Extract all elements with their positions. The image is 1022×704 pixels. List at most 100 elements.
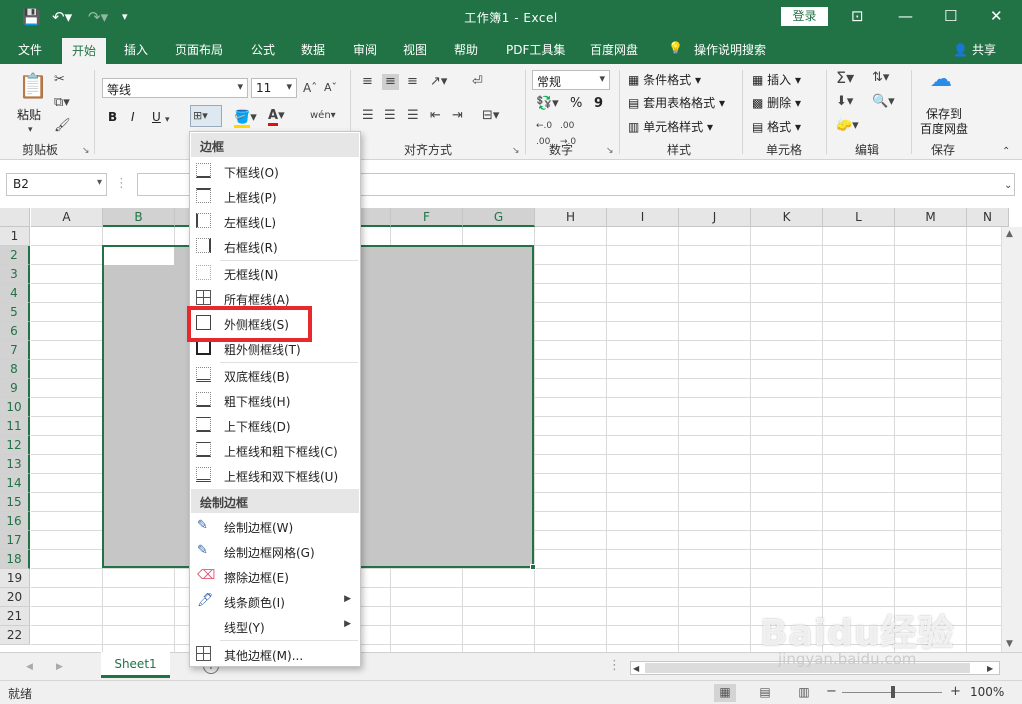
clipboard-launcher-icon[interactable]: ↘ (82, 146, 90, 156)
menu-item-border[interactable]: 上下框线(D) (191, 413, 359, 438)
column-header[interactable]: N (967, 208, 1009, 227)
scroll-left-icon[interactable]: ◀ (633, 661, 639, 677)
italic-button[interactable]: I (131, 110, 135, 124)
clear-icon[interactable]: 🧽▾ (836, 118, 859, 134)
tab-formulas[interactable]: 公式 (251, 41, 275, 58)
row-header[interactable]: 10 (0, 398, 30, 417)
menu-item-border[interactable]: 下框线(O) (191, 159, 359, 184)
menu-item-draw[interactable]: ⌫ 擦除边框(E) (191, 564, 359, 589)
formula-bar-splitter-icon[interactable]: ⋮ (115, 176, 128, 192)
align-bottom-icon[interactable]: ≡ (407, 74, 418, 90)
tab-view[interactable]: 视图 (403, 41, 427, 58)
menu-item-more-borders[interactable]: 其他边框(M)... (191, 642, 359, 667)
row-header[interactable]: 14 (0, 474, 30, 493)
sheet-next-icon[interactable]: ▶ (56, 659, 63, 675)
sheet-prev-icon[interactable]: ◀ (26, 659, 33, 675)
delete-cells-button[interactable]: ▩ 删除 ▾ (752, 94, 801, 111)
tab-review[interactable]: 审阅 (353, 41, 377, 58)
fill-color-icon[interactable]: 🪣▾ (234, 110, 257, 128)
row-header[interactable]: 15 (0, 493, 30, 512)
row-header[interactable]: 4 (0, 284, 30, 303)
column-header[interactable]: J (679, 208, 751, 227)
row-header[interactable]: 11 (0, 417, 30, 436)
menu-item-border[interactable]: 上框线和双下框线(U) (191, 463, 359, 488)
column-header[interactable]: M (895, 208, 967, 227)
row-header[interactable]: 1 (0, 227, 30, 246)
format-cells-button[interactable]: ▤ 格式 ▾ (752, 118, 801, 135)
wrap-text-icon[interactable]: ⏎ (472, 74, 483, 90)
name-box[interactable]: B2 ▾ (6, 173, 107, 196)
menu-item-border[interactable]: 上框线(P) (191, 184, 359, 209)
comma-button[interactable]: 9 (594, 96, 603, 111)
row-header[interactable]: 22 (0, 626, 30, 645)
page-layout-view-icon[interactable]: ▤ (754, 684, 776, 702)
tab-splitter-icon[interactable]: ⋮ (608, 658, 621, 674)
row-header[interactable]: 2 (0, 246, 30, 265)
conditional-formatting-button[interactable]: ▦ 条件格式 ▾ (628, 71, 701, 88)
number-format-combo[interactable]: 常规 ▾ (532, 70, 610, 90)
increase-indent-icon[interactable]: ⇥ (452, 108, 463, 124)
number-launcher-icon[interactable]: ↘ (606, 146, 614, 156)
row-header[interactable]: 5 (0, 303, 30, 322)
column-header[interactable]: F (391, 208, 463, 227)
expand-formula-icon[interactable]: ⌄ (1004, 178, 1012, 194)
row-header[interactable]: 20 (0, 588, 30, 607)
share-button[interactable]: 👤 共享 (953, 41, 996, 58)
zoom-percent[interactable]: 100% (970, 685, 1004, 699)
vertical-scrollbar[interactable]: ▲ ▼ (1001, 227, 1022, 652)
align-right-icon[interactable]: ☰ (407, 108, 419, 124)
tab-data[interactable]: 数据 (301, 41, 325, 58)
row-header[interactable]: 17 (0, 531, 30, 550)
row-header[interactable]: 8 (0, 360, 30, 379)
column-header[interactable]: L (823, 208, 895, 227)
login-button[interactable]: 登录 (781, 7, 828, 26)
menu-item-border[interactable]: 上框线和粗下框线(C) (191, 438, 359, 463)
save-to-baidu-line2[interactable]: 百度网盘 (920, 120, 968, 137)
column-header[interactable]: H (535, 208, 607, 227)
tab-file[interactable]: 文件 (18, 41, 42, 58)
align-top-icon[interactable]: ≡ (362, 74, 373, 90)
insert-cells-button[interactable]: ▦ 插入 ▾ (752, 71, 801, 88)
accounting-format-icon[interactable]: 💱▾ (536, 96, 559, 112)
grow-font-icon[interactable]: Aˆ (303, 80, 317, 96)
normal-view-icon[interactable]: ▦ (714, 684, 736, 702)
ribbon-display-icon[interactable]: ⊡ (851, 7, 864, 25)
tab-home[interactable]: 开始 (62, 38, 107, 64)
fill-handle[interactable] (530, 564, 536, 570)
menu-item-draw[interactable]: 线型(Y) ▶ (191, 614, 359, 639)
column-header[interactable]: B (103, 208, 175, 227)
sort-filter-icon[interactable]: ⇅▾ (872, 70, 889, 86)
maximize-icon[interactable]: ☐ (944, 7, 957, 25)
tab-baidu-netdisk[interactable]: 百度网盘 (590, 41, 638, 58)
format-painter-icon[interactable]: 🖌 (54, 118, 71, 134)
row-header[interactable]: 19 (0, 569, 30, 588)
alignment-launcher-icon[interactable]: ↘ (512, 146, 520, 156)
bold-button[interactable]: B (108, 110, 117, 124)
column-header[interactable]: G (463, 208, 535, 227)
row-header[interactable]: 12 (0, 436, 30, 455)
column-header[interactable]: A (31, 208, 103, 227)
decrease-indent-icon[interactable]: ⇤ (430, 108, 441, 124)
menu-item-border[interactable]: 无框线(N) (191, 261, 359, 286)
scroll-up-icon[interactable]: ▲ (1006, 229, 1013, 239)
autosum-icon[interactable]: Σ▾ (836, 70, 854, 86)
close-icon[interactable]: ✕ (990, 7, 1003, 25)
paste-icon[interactable]: 📋 (18, 72, 48, 100)
merge-center-icon[interactable]: ⊟▾ (482, 108, 499, 124)
worksheet-grid[interactable]: ABCDEFGHIJKLMN 1234567891011121314151617… (0, 208, 1022, 652)
sheet-tab-sheet1[interactable]: Sheet1 (101, 652, 170, 678)
row-header[interactable]: 7 (0, 341, 30, 360)
orientation-icon[interactable]: ↗▾ (430, 74, 447, 90)
cut-icon[interactable]: ✂ (54, 72, 65, 88)
cell-styles-button[interactable]: ▥ 单元格样式 ▾ (628, 118, 713, 135)
menu-item-draw[interactable]: ✎ 绘制边框(W) (191, 514, 359, 539)
font-size-combo[interactable]: 11 ▾ (251, 78, 297, 98)
select-all-corner[interactable] (0, 208, 30, 227)
minimize-icon[interactable]: — (898, 7, 913, 25)
menu-item-draw[interactable]: 🖊 线条颜色(I) ▶ (191, 589, 359, 614)
underline-button[interactable]: U (152, 110, 161, 124)
shrink-font-icon[interactable]: Aˇ (324, 80, 337, 96)
menu-item-border[interactable]: 双底框线(B) (191, 363, 359, 388)
menu-item-border[interactable]: 左框线(L) (191, 209, 359, 234)
tell-me-search[interactable]: 操作说明搜索 (694, 41, 766, 58)
